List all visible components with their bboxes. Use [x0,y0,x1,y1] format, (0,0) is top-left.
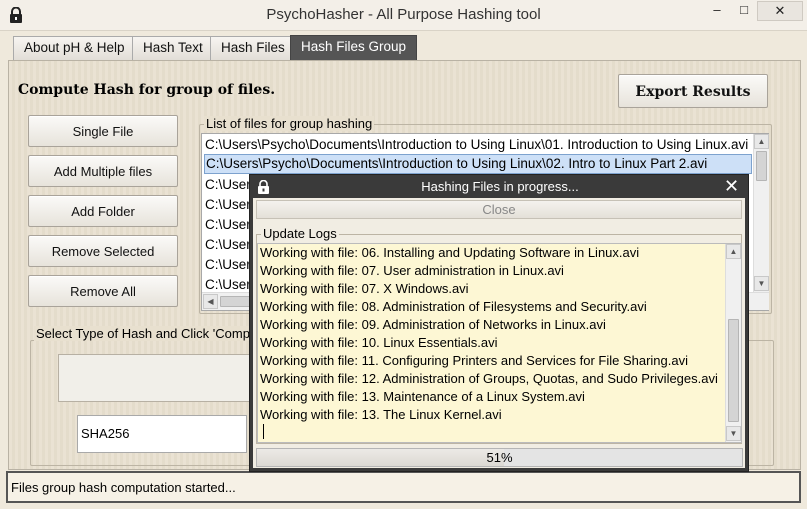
log-line: Working with file: 10. Linux Essentials.… [260,335,498,350]
file-list-label: List of files for group hashing [204,116,375,131]
scroll-down-icon[interactable]: ▼ [754,276,769,291]
title-bar: PsychoHasher - All Purpose Hashing tool … [0,0,807,31]
log-line: Working with file: 12. Administration of… [260,371,718,386]
section-title: Compute Hash for group of files. [18,82,276,98]
maximize-button[interactable]: □ [731,1,757,21]
log-line: Working with file: 13. The Linux Kernel.… [260,407,502,422]
scroll-thumb[interactable] [220,296,250,307]
export-results-button[interactable]: Export Results [618,74,768,108]
log-line: Working with file: 07. X Windows.avi [260,281,469,296]
scroll-thumb[interactable] [756,151,767,181]
hash-type-label: Select Type of Hash and Click 'Comp [34,326,252,341]
log-line: Working with file: 08. Administration of… [260,299,647,314]
hash-type-select[interactable]: SHA256 [77,415,247,453]
hashing-progress-dialog: Hashing Files in progress... ✕ Close Upd… [249,174,749,472]
minimize-button[interactable]: – [704,1,730,21]
remove-all-button[interactable]: Remove All [28,275,178,307]
add-multiple-files-button[interactable]: Add Multiple files [28,155,178,187]
log-line: Working with file: 07. User administrati… [260,263,564,278]
close-icon[interactable]: ✕ [724,176,739,197]
dialog-close-button[interactable]: Close [256,200,742,219]
update-logs-textarea[interactable]: Working with file: 06. Installing and Up… [257,243,742,443]
tab-about-help[interactable]: About pH & Help [13,36,136,60]
logs-vscrollbar[interactable]: ▲ ▼ [725,244,741,442]
tab-hash-text[interactable]: Hash Text [132,36,214,60]
window-title: PsychoHasher - All Purpose Hashing tool [266,6,541,23]
remove-selected-button[interactable]: Remove Selected [28,235,178,267]
progress-bar: 51% [256,448,743,467]
text-caret [263,424,264,439]
add-folder-button[interactable]: Add Folder [28,195,178,227]
scroll-up-icon[interactable]: ▲ [754,134,769,149]
log-line: Working with file: 06. Installing and Up… [260,245,640,260]
dialog-body: Close Update Logs Working with file: 06.… [253,198,745,468]
status-bar: Files group hash computation started... [6,471,801,503]
tab-hash-files[interactable]: Hash Files [210,36,296,60]
scroll-thumb[interactable] [728,319,739,422]
list-item-selected[interactable]: C:\Users\Psycho\Documents\Introduction t… [204,154,752,174]
log-line: Working with file: 13. Maintenance of a … [260,389,585,404]
close-window-button[interactable]: ✕ [757,1,803,21]
scroll-up-icon[interactable]: ▲ [726,244,741,259]
update-logs-label: Update Logs [261,226,339,241]
tab-hash-files-group[interactable]: Hash Files Group [290,35,418,61]
file-list-vscrollbar[interactable]: ▲ ▼ [753,134,769,292]
hash-output-panel [58,354,268,402]
log-line: Working with file: 11. Configuring Print… [260,353,688,368]
scroll-down-icon[interactable]: ▼ [726,426,741,441]
single-file-button[interactable]: Single File [28,115,178,147]
progress-label: 51% [486,450,513,465]
log-line: Working with file: 09. Administration of… [260,317,606,332]
list-item[interactable]: C:\Users\Psycho\Documents\Introduction t… [204,135,752,155]
scroll-left-icon[interactable]: ◀ [203,294,218,309]
dialog-title: Hashing Files in progress... [421,179,579,194]
